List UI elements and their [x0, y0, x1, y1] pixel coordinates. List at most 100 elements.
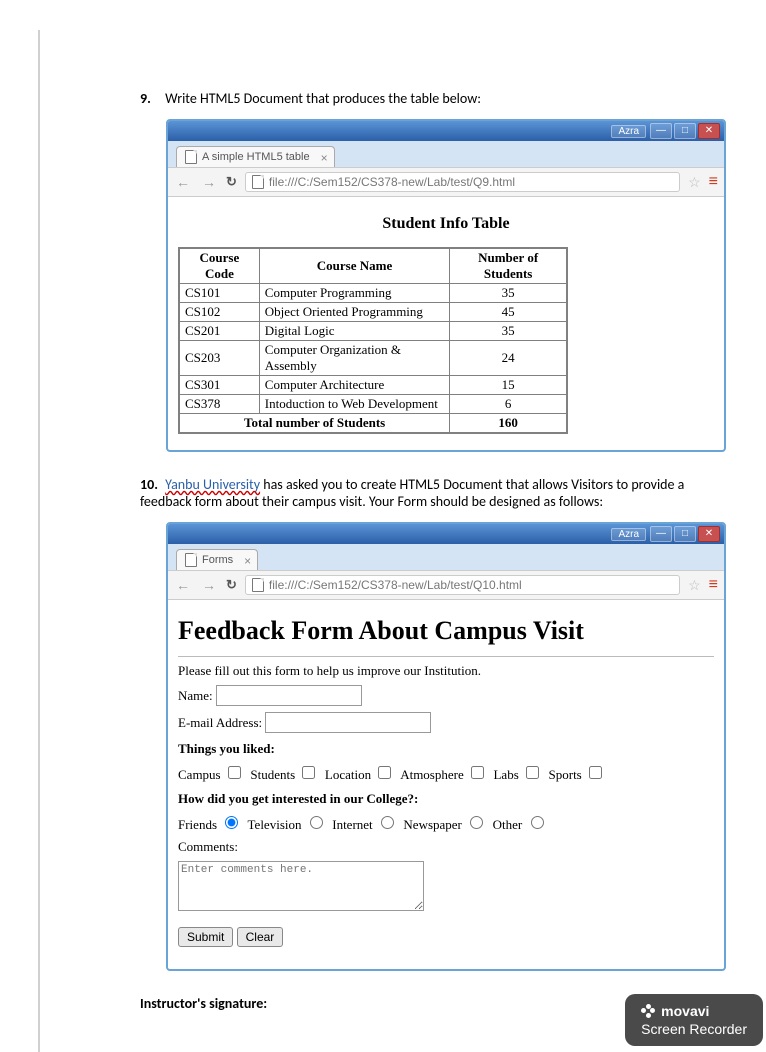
yanbu-link[interactable]: Yanbu University	[165, 476, 260, 493]
maximize-button[interactable]: □	[674, 123, 696, 139]
movavi-product: Screen Recorder	[641, 1020, 747, 1038]
liked-title: Things you liked:	[178, 741, 714, 757]
table-row: CS378Intoduction to Web Development6	[179, 395, 567, 414]
close-button[interactable]: ✕	[698, 526, 720, 542]
page-icon	[185, 150, 197, 164]
table-row: CS201Digital Logic35	[179, 322, 567, 341]
reload-button[interactable]: ↻	[226, 577, 237, 593]
question-9: 9. Write HTML5 Document that produces th…	[140, 90, 726, 452]
titlebar: Azra — □ ✕	[168, 524, 724, 544]
url-page-icon	[252, 175, 264, 189]
url-box[interactable]: file:///C:/Sem152/CS378-new/Lab/test/Q9.…	[245, 172, 680, 192]
minimize-button[interactable]: —	[650, 526, 672, 542]
liked-opt: Campus	[178, 767, 221, 782]
comments-label: Comments:	[178, 839, 714, 855]
q10-text: Yanbu University has asked you to create…	[140, 476, 684, 510]
q10-number: 10.	[140, 476, 162, 493]
browser-window-q10: Azra — □ ✕ Forms × ← → ↻	[166, 522, 726, 971]
menu-icon[interactable]: ≡	[709, 580, 718, 590]
forward-button[interactable]: →	[200, 577, 218, 593]
bookmark-star-icon[interactable]: ☆	[688, 577, 701, 594]
question-10: 10. Yanbu University has asked you to cr…	[140, 476, 726, 971]
tab-strip: Forms ×	[168, 544, 724, 570]
browser-window-q9: Azra — □ ✕ A simple HTML5 table × ← → ↻	[166, 119, 726, 452]
window-user-label: Azra	[611, 125, 646, 138]
movavi-logo-icon	[641, 1004, 655, 1018]
tab-close-icon[interactable]: ×	[321, 151, 328, 165]
tab-title: Forms	[202, 554, 233, 566]
page-icon	[185, 553, 197, 567]
th-code: Course Code	[179, 248, 259, 284]
submit-button[interactable]: Submit	[178, 927, 233, 947]
liked-opt: Location	[325, 767, 371, 782]
tab-close-icon[interactable]: ×	[244, 554, 251, 568]
back-button[interactable]: ←	[174, 577, 192, 593]
th-num: Number of Students	[450, 248, 567, 284]
liked-atmosphere-checkbox[interactable]	[471, 766, 484, 779]
maximize-button[interactable]: □	[674, 526, 696, 542]
liked-sports-checkbox[interactable]	[589, 766, 602, 779]
liked-opt: Students	[250, 767, 295, 782]
liked-campus-checkbox[interactable]	[228, 766, 241, 779]
menu-icon[interactable]: ≡	[709, 177, 718, 187]
browser-tab[interactable]: A simple HTML5 table ×	[176, 146, 335, 167]
movavi-watermark: movavi Screen Recorder	[625, 994, 763, 1046]
interest-newspaper-radio[interactable]	[470, 816, 483, 829]
table-row: CS102Object Oriented Programming45	[179, 303, 567, 322]
name-label: Name:	[178, 688, 213, 703]
page-viewport-q10: Feedback Form About Campus Visit Please …	[168, 600, 724, 969]
reload-button[interactable]: ↻	[226, 174, 237, 190]
total-label: Total number of Students	[179, 414, 450, 434]
url-text: file:///C:/Sem152/CS378-new/Lab/test/Q10…	[269, 578, 522, 592]
back-button[interactable]: ←	[174, 174, 192, 190]
clear-button[interactable]: Clear	[237, 927, 284, 947]
interest-opt: Internet	[332, 817, 372, 832]
interest-opt: Newspaper	[403, 817, 461, 832]
th-name: Course Name	[259, 248, 449, 284]
table-row: CS203Computer Organization & Assembly24	[179, 341, 567, 376]
address-bar: ← → ↻ file:///C:/Sem152/CS378-new/Lab/te…	[168, 570, 724, 600]
email-input[interactable]	[265, 712, 431, 733]
name-input[interactable]	[216, 685, 362, 706]
interest-opt: Other	[493, 817, 523, 832]
liked-labs-checkbox[interactable]	[526, 766, 539, 779]
form-heading: Feedback Form About Campus Visit	[178, 616, 714, 646]
email-label: E-mail Address:	[178, 715, 262, 730]
tab-title: A simple HTML5 table	[202, 151, 310, 163]
forward-button[interactable]: →	[200, 174, 218, 190]
page-viewport-q9: Student Info Table Course Code Course Na…	[168, 197, 724, 450]
comments-textarea[interactable]	[178, 861, 424, 911]
liked-students-checkbox[interactable]	[302, 766, 315, 779]
browser-tab[interactable]: Forms ×	[176, 549, 258, 570]
table-title: Student Info Table	[178, 215, 714, 233]
interest-opt: Friends	[178, 817, 217, 832]
url-text: file:///C:/Sem152/CS378-new/Lab/test/Q9.…	[269, 175, 515, 189]
table-row: CS301Computer Architecture15	[179, 376, 567, 395]
q9-number: 9.	[140, 90, 162, 107]
window-user-label: Azra	[611, 528, 646, 541]
interest-internet-radio[interactable]	[381, 816, 394, 829]
liked-opt: Sports	[549, 767, 582, 782]
liked-location-checkbox[interactable]	[378, 766, 391, 779]
email-row: E-mail Address:	[178, 712, 714, 733]
interest-other-radio[interactable]	[531, 816, 544, 829]
titlebar: Azra — □ ✕	[168, 121, 724, 141]
table-header-row: Course Code Course Name Number of Studen…	[179, 248, 567, 284]
address-bar: ← → ↻ file:///C:/Sem152/CS378-new/Lab/te…	[168, 167, 724, 197]
interest-friends-radio[interactable]	[225, 816, 238, 829]
liked-opt: Atmosphere	[400, 767, 464, 782]
document-page: 9. Write HTML5 Document that produces th…	[0, 0, 766, 1052]
bookmark-star-icon[interactable]: ☆	[688, 174, 701, 191]
close-button[interactable]: ✕	[698, 123, 720, 139]
movavi-brand: movavi	[661, 1002, 709, 1020]
url-box[interactable]: file:///C:/Sem152/CS378-new/Lab/test/Q10…	[245, 575, 680, 595]
liked-opt: Labs	[493, 767, 518, 782]
table-row: CS101Computer Programming35	[179, 284, 567, 303]
minimize-button[interactable]: —	[650, 123, 672, 139]
tab-strip: A simple HTML5 table ×	[168, 141, 724, 167]
liked-options-row: Campus Students Location Atmosphere Labs…	[178, 763, 714, 783]
page-margin-rule	[38, 30, 40, 1052]
interest-title: How did you get interested in our Colleg…	[178, 791, 714, 807]
interest-television-radio[interactable]	[310, 816, 323, 829]
divider	[178, 656, 714, 657]
